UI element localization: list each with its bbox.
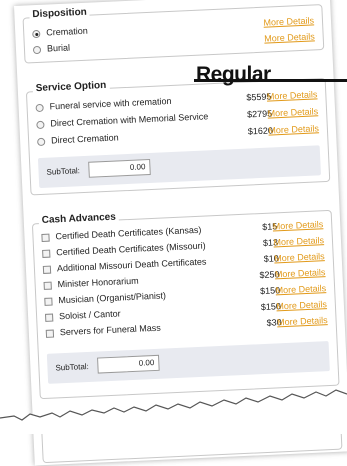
cash-advances-title: Cash Advances (38, 211, 120, 227)
service-radio[interactable] (36, 120, 45, 130)
item-label: Minister Honorarium (57, 275, 139, 290)
service-radio[interactable] (35, 103, 44, 113)
overlay-strike-line (194, 79, 347, 82)
more-details-link[interactable]: More Details (277, 315, 328, 327)
more-details-link[interactable]: More Details (273, 219, 324, 231)
option-label: Direct Cremation (50, 132, 119, 146)
item-checkbox[interactable] (42, 265, 52, 274)
burial-radio[interactable] (32, 45, 42, 55)
disposition-title: Disposition (29, 6, 91, 21)
cash-advances-subtotal-field[interactable]: 0.00 (97, 354, 160, 374)
option-label: Burial (46, 42, 71, 54)
more-details-link[interactable]: More Details (276, 299, 327, 311)
subtotal-label: SubTotal: (46, 166, 81, 177)
item-label: Soloist / Cantor (58, 308, 121, 322)
more-details-link[interactable]: More Details (274, 251, 325, 263)
item-checkbox[interactable] (44, 313, 54, 322)
option-label: Cremation (46, 25, 88, 38)
torn-paper-edge (0, 389, 347, 434)
cremation-radio[interactable] (32, 29, 41, 39)
more-details-link[interactable]: More Details (275, 283, 326, 295)
service-radio[interactable] (37, 137, 46, 147)
cash-advances-section: Cash Advances Certified Death Certificat… (31, 209, 340, 400)
more-details-link[interactable]: More Details (263, 15, 314, 27)
service-option-title: Service Option (32, 79, 110, 95)
service-option-section: Service Option Funeral service with crem… (25, 77, 331, 196)
more-details-link[interactable]: More Details (267, 89, 318, 101)
more-details-link[interactable]: More Details (268, 123, 319, 135)
service-subtotal-field[interactable]: 0.00 (88, 158, 151, 178)
item-checkbox[interactable] (44, 297, 53, 306)
service-subtotal-box: SubTotal: 0.00 (37, 145, 321, 189)
cash-advances-subtotal-box: SubTotal: 0.00 (46, 341, 330, 384)
item-label: Servers for Funeral Mass (59, 322, 162, 338)
subtotal-label: SubTotal: (55, 361, 89, 373)
item-checkbox[interactable] (42, 249, 51, 258)
item-checkbox[interactable] (41, 233, 50, 242)
more-details-link[interactable]: More Details (273, 235, 324, 247)
overlay-heading: Regular (196, 63, 271, 86)
option-label: Funeral service with cremation (49, 95, 172, 112)
more-details-link[interactable]: More Details (267, 106, 318, 118)
item-checkbox[interactable] (43, 281, 52, 290)
item-label: Certified Death Certificates (Kansas) (55, 224, 202, 242)
more-details-link[interactable]: More Details (275, 267, 326, 279)
disposition-section: Disposition Cremation More Details Buria… (22, 4, 325, 64)
item-label: Musician (Organist/Pianist) (58, 290, 167, 306)
item-checkbox[interactable] (45, 329, 55, 338)
more-details-link[interactable]: More Details (264, 31, 315, 43)
